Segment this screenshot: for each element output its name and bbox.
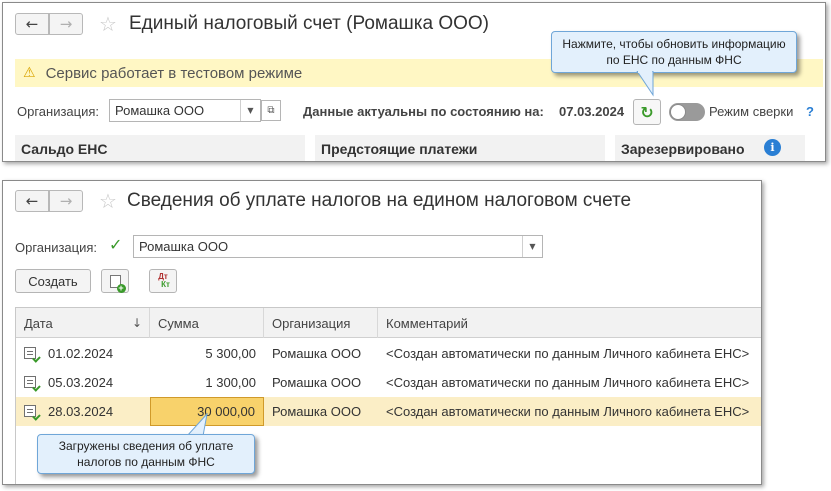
dt-kt-button[interactable]: Дт Кт (149, 269, 177, 293)
toggle-knob (670, 104, 686, 120)
refresh-callout: Нажмите, чтобы обновить информацию по ЕН… (551, 31, 797, 73)
banner-text: Сервис работает в тестовом режиме (45, 64, 303, 82)
cell-comment: <Создан автоматически по данным Личного … (386, 375, 750, 390)
cell-organization: Ромашка ООО (272, 375, 362, 390)
copy-document-button[interactable] (101, 269, 129, 293)
column-organization[interactable]: Организация (264, 308, 378, 338)
ens-window: ← → ☆ Единый налоговый счет (Ромашка ООО… (2, 2, 826, 162)
column-comment[interactable]: Комментарий (378, 308, 761, 338)
reconcile-label: Режим сверки (709, 104, 794, 119)
document-posted-icon (24, 347, 36, 359)
cell-date: 05.03.2024 (48, 375, 114, 390)
org-label: Организация: (15, 240, 98, 255)
kt-label: Кт (161, 280, 170, 289)
favorite-star-icon[interactable]: ☆ (99, 14, 117, 34)
table-header: Дата ↓ Сумма Организация Комментарий (16, 308, 761, 338)
warning-icon: ⚠ (23, 65, 36, 81)
chevron-down-icon[interactable]: ▼ (240, 100, 260, 121)
back-button[interactable]: ← (15, 190, 49, 212)
data-status-date: 07.03.2024 (559, 104, 625, 119)
open-org-button[interactable]: ⧉ (261, 100, 281, 121)
refresh-icon: ↻ (640, 102, 654, 122)
cell-amount: 1 300,00 (205, 375, 256, 390)
create-button[interactable]: Создать (15, 269, 91, 293)
org-select-value: Ромашка ООО (115, 103, 205, 118)
help-icon[interactable]: ? (806, 104, 814, 119)
cell-comment: <Создан автоматически по данным Личного … (386, 404, 750, 419)
refresh-button[interactable]: ↻ (633, 99, 661, 125)
table-row[interactable]: 05.03.2024 1 300,00 Ромашка ООО <Создан … (16, 368, 761, 397)
org-select[interactable]: Ромашка ООО ▼ (109, 99, 261, 122)
cell-date: 01.02.2024 (48, 346, 114, 361)
cell-comment: <Создан автоматически по данным Личного … (386, 346, 750, 361)
document-posted-icon (24, 376, 36, 388)
org-label: Организация: (17, 104, 100, 119)
column-amount[interactable]: Сумма (150, 308, 264, 338)
dt-kt-icon: Дт Кт (156, 273, 170, 289)
table-row[interactable]: 28.03.2024 30 000,00 Ромашка ООО <Создан… (16, 397, 761, 426)
section-balance[interactable]: Сальдо ЕНС (15, 135, 305, 161)
column-date[interactable]: Дата (16, 308, 150, 338)
chevron-down-icon[interactable]: ▼ (522, 236, 542, 257)
callout-pointer (636, 71, 654, 97)
tax-payments-window: ← → ☆ Сведения об уплате налогов на един… (2, 180, 762, 485)
section-upcoming-payments[interactable]: Предстоящие платежи (315, 135, 605, 161)
reconcile-toggle[interactable] (669, 103, 705, 121)
window-title: Сведения об уплате налогов на едином нал… (127, 190, 632, 211)
data-status-label: Данные актуальны по состоянию на: (303, 104, 544, 119)
table-row[interactable]: 01.02.2024 5 300,00 Ромашка ООО <Создан … (16, 339, 761, 368)
loaded-callout: Загружены сведения об уплате налогов по … (37, 434, 255, 474)
forward-button[interactable]: → (49, 13, 83, 35)
window-title: Единый налоговый счет (Ромашка ООО) (129, 13, 490, 34)
org-filter-checkbox[interactable]: ✓ (109, 237, 125, 253)
info-icon[interactable]: i (764, 139, 781, 156)
org-select-value: Ромашка ООО (139, 239, 229, 254)
document-posted-icon (24, 405, 36, 417)
document-add-icon (109, 274, 126, 293)
cell-organization: Ромашка ООО (272, 404, 362, 419)
forward-button[interactable]: → (49, 190, 83, 212)
sort-down-icon: ↓ (132, 316, 143, 330)
cell-organization: Ромашка ООО (272, 346, 362, 361)
favorite-star-icon[interactable]: ☆ (99, 191, 117, 211)
org-select[interactable]: Ромашка ООО ▼ (133, 235, 543, 258)
cell-amount: 5 300,00 (205, 346, 256, 361)
back-button[interactable]: ← (15, 13, 49, 35)
cell-date: 28.03.2024 (48, 404, 114, 419)
